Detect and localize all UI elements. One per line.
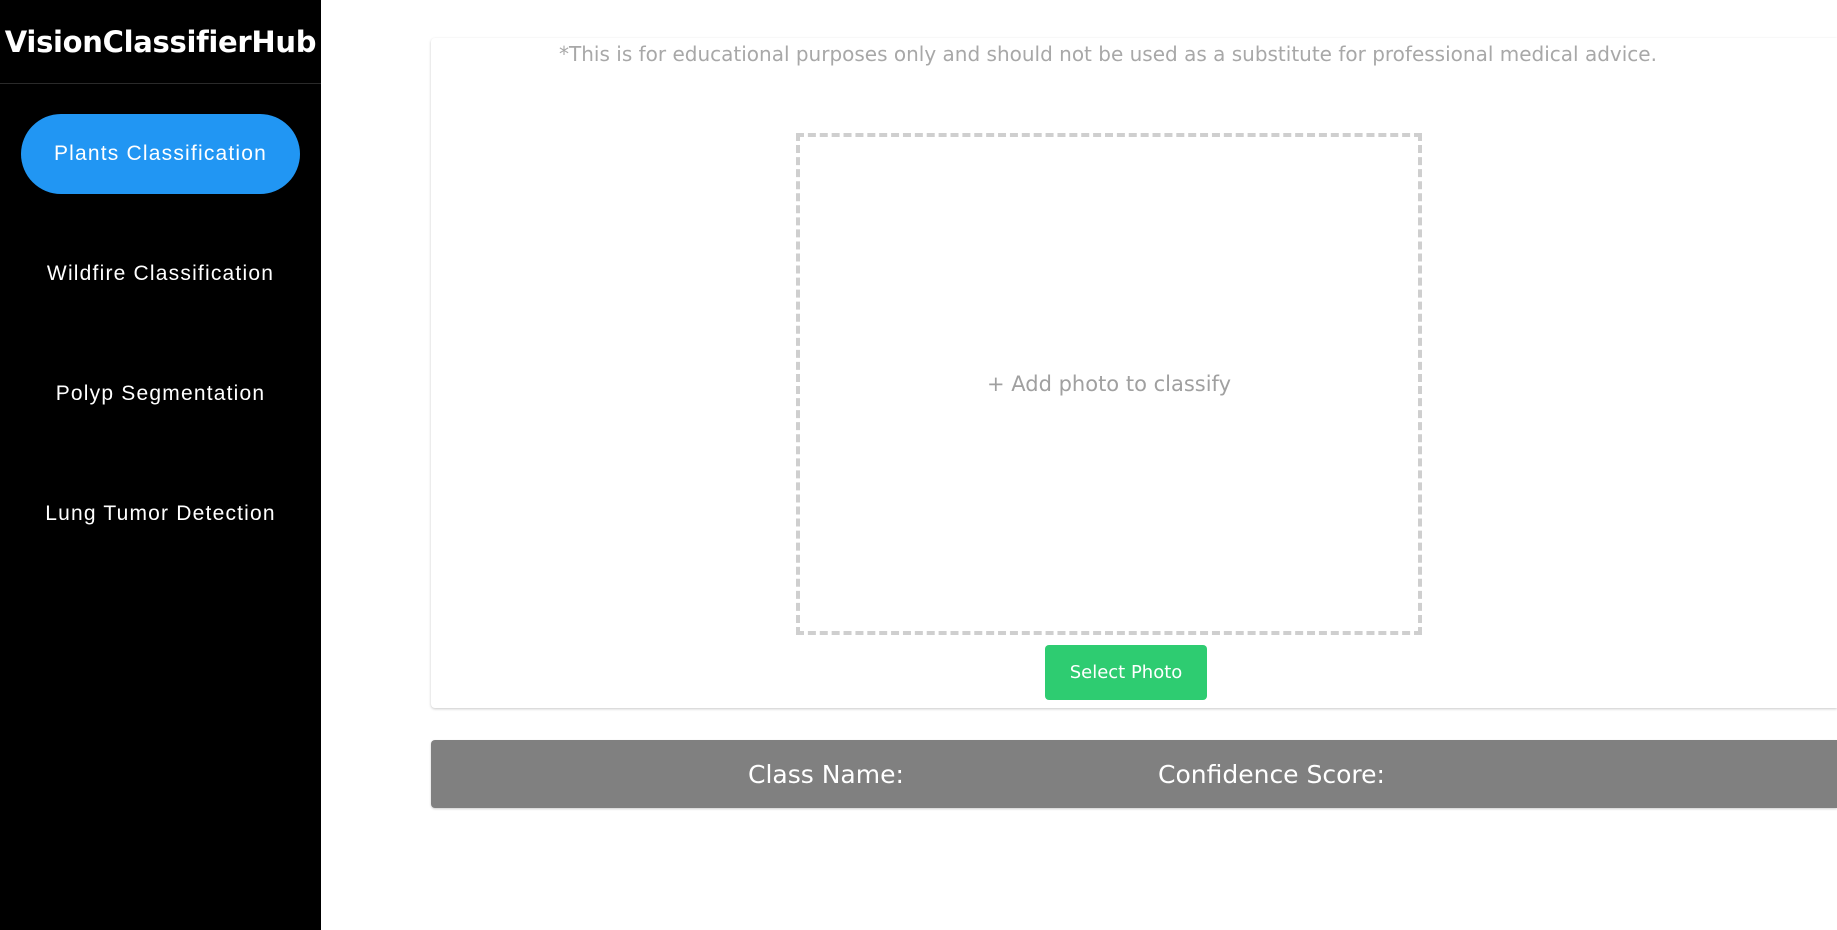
sidebar-item-wildfire-classification[interactable]: Wildfire Classification <box>21 234 300 314</box>
disclaimer-text: *This is for educational purposes only a… <box>559 42 1657 66</box>
confidence-score-label: Confidence Score: <box>1158 759 1385 789</box>
dropzone-label: + Add photo to classify <box>986 372 1232 396</box>
sidebar-item-polyp-segmentation[interactable]: Polyp Segmentation <box>21 354 300 434</box>
sidebar-item-plants-classification[interactable]: Plants Classification <box>21 114 300 194</box>
upload-card: *This is for educational purposes only a… <box>431 38 1837 708</box>
select-photo-button[interactable]: Select Photo <box>1045 645 1207 700</box>
photo-dropzone[interactable]: + Add photo to classify <box>796 133 1422 635</box>
app-root: VisionClassifierHub Plants Classificatio… <box>0 0 1837 930</box>
class-name-label: Class Name: <box>748 759 904 789</box>
sidebar-item-lung-tumor-detection[interactable]: Lung Tumor Detection <box>21 474 300 554</box>
result-bar: Class Name: Confidence Score: <box>431 740 1837 808</box>
app-title: VisionClassifierHub <box>0 0 321 84</box>
sidebar: VisionClassifierHub Plants Classificatio… <box>0 0 321 930</box>
